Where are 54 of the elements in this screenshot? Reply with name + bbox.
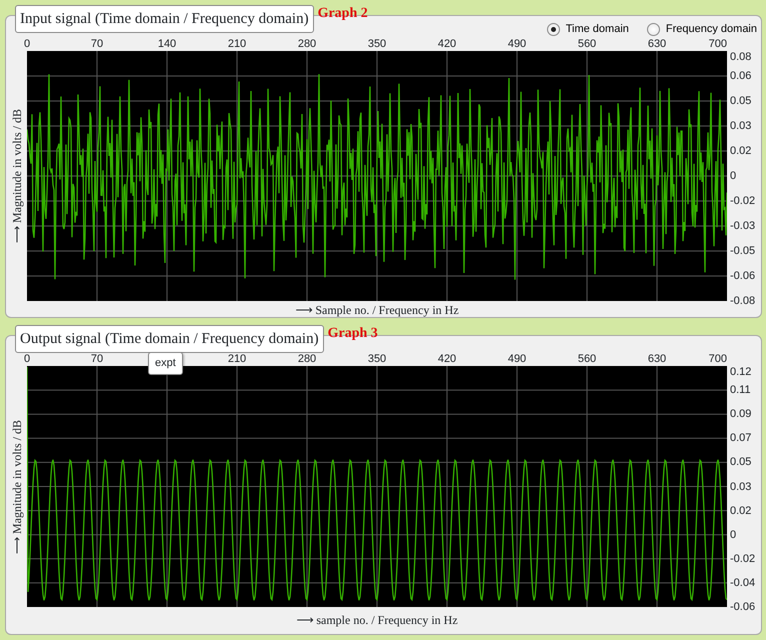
tooltip: expt bbox=[148, 352, 183, 374]
axis-tick-label: 350 bbox=[368, 353, 386, 366]
axis-tick-label: 0 bbox=[730, 170, 736, 182]
graph-title: Output signal (Time domain / Frequency domain) bbox=[15, 325, 324, 353]
axis-tick-label: 70 bbox=[90, 353, 104, 366]
axis-tick-label: 0.11 bbox=[730, 384, 751, 396]
axis-tick-label: 420 bbox=[438, 38, 456, 51]
axis-tick-label: 140 bbox=[158, 38, 176, 51]
axis-tick-label: -0.02 bbox=[730, 552, 756, 565]
axis-tick-label: -0.03 bbox=[730, 220, 756, 232]
axis-tick-label: 0 bbox=[730, 528, 736, 541]
axis-tick-label: 0.09 bbox=[730, 408, 752, 420]
axis-tick-label: 210 bbox=[228, 38, 246, 51]
axis-tick-label: 0 bbox=[24, 38, 30, 51]
axis-tick-label: 0.08 bbox=[730, 51, 752, 63]
radio-option[interactable]: Frequency domain bbox=[646, 20, 757, 38]
axis-title: ⟶ Sample no. / Frequency in Hz bbox=[294, 303, 460, 317]
axis-tick-label: 0.03 bbox=[730, 480, 752, 492]
axis-tick-label: 560 bbox=[578, 38, 596, 51]
axis-tick-label: 630 bbox=[648, 38, 666, 51]
axis-tick-label: 0.07 bbox=[730, 432, 752, 444]
axis-tick-label: 420 bbox=[438, 353, 456, 366]
axis-tick-label: 700 bbox=[708, 353, 727, 366]
axis-tick-label: 0 bbox=[24, 353, 30, 366]
axis-tick-label: 0.05 bbox=[730, 95, 752, 107]
axis-tick-label: 630 bbox=[648, 353, 666, 366]
axis-tick-label: 0.02 bbox=[730, 504, 752, 517]
axis-tick-label: -0.06 bbox=[730, 601, 756, 613]
axis-tick-label: 280 bbox=[298, 353, 316, 366]
axis-title: ⟶ Magnitude in volts / dB bbox=[8, 420, 25, 554]
axis-tick-label: -0.05 bbox=[730, 245, 756, 257]
axis-tick-label: -0.08 bbox=[730, 295, 756, 307]
axis-tick-label: 0.05 bbox=[730, 456, 752, 468]
axis-tick-label: 210 bbox=[228, 353, 246, 366]
axis-title: ⟶ Magnitude in volts / dB bbox=[8, 109, 25, 243]
graph-label: Graph 3 bbox=[328, 325, 378, 343]
axis-tick-label: 70 bbox=[90, 38, 104, 51]
graph-label: Graph 2 bbox=[318, 5, 368, 23]
graph-title: Input signal (Time domain / Frequency domain) bbox=[15, 5, 314, 33]
axis-tick-label: 0.02 bbox=[730, 145, 752, 157]
axis-tick-label: 490 bbox=[508, 353, 526, 366]
axis-tick-label: 700 bbox=[708, 38, 727, 51]
axis-tick-label: 0.06 bbox=[730, 70, 752, 82]
radio-option[interactable]: Time domain bbox=[546, 20, 629, 38]
axis-tick-label: 280 bbox=[298, 38, 316, 51]
axis-title: ⟶ sample no. / Frequency in Hz bbox=[295, 613, 459, 627]
axis-tick-label: 0.03 bbox=[730, 120, 752, 132]
axis-tick-label: 350 bbox=[368, 38, 386, 51]
axis-tick-label: -0.02 bbox=[730, 195, 756, 207]
axis-tick-label: 0.12 bbox=[730, 366, 752, 378]
axis-tick-label: -0.06 bbox=[730, 270, 756, 282]
axis-tick-label: -0.04 bbox=[730, 576, 756, 589]
axis-tick-label: 560 bbox=[578, 353, 596, 366]
axis-tick-label: 490 bbox=[508, 38, 526, 51]
